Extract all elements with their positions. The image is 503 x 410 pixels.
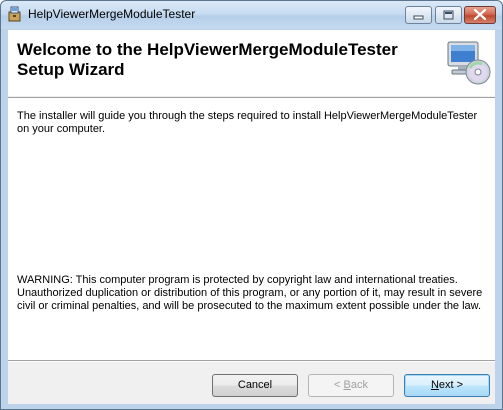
back-mnemonic: B [343, 379, 351, 391]
window-title: HelpViewerMergeModuleTester [28, 7, 196, 21]
wizard-client: Welcome to the HelpViewerMergeModuleTest… [8, 30, 495, 404]
back-label-rest: ack [350, 379, 368, 391]
maximize-button[interactable] [435, 6, 462, 24]
minimize-button[interactable] [405, 6, 432, 24]
back-prefix: < [334, 379, 344, 391]
setup-window: HelpViewerMergeModuleTester Welcome to t… [0, 0, 503, 410]
page-title: Welcome to the HelpViewerMergeModuleTest… [17, 40, 398, 79]
next-mnemonic: N [430, 379, 439, 391]
close-icon [473, 8, 487, 21]
copyright-warning: WARNING: This computer program is protec… [17, 274, 483, 312]
installer-icon [8, 6, 21, 22]
next-button[interactable]: Next > [404, 374, 490, 397]
intro-text: The installer will guide you through the… [17, 110, 478, 135]
cancel-button[interactable]: Cancel [212, 374, 298, 397]
back-button[interactable]: < Back [308, 374, 394, 397]
minimize-icon [413, 15, 424, 20]
close-button[interactable] [464, 6, 496, 24]
wizard-body: The installer will guide you through the… [8, 99, 495, 360]
next-label-rest: ext > [438, 379, 464, 391]
maximize-icon [443, 10, 454, 20]
computer-disc-icon [447, 41, 491, 85]
cancel-label: Cancel [237, 379, 273, 391]
footer-divider [8, 360, 495, 362]
wizard-banner: Welcome to the HelpViewerMergeModuleTest… [8, 30, 495, 96]
title-bar[interactable]: HelpViewerMergeModuleTester [1, 1, 502, 29]
